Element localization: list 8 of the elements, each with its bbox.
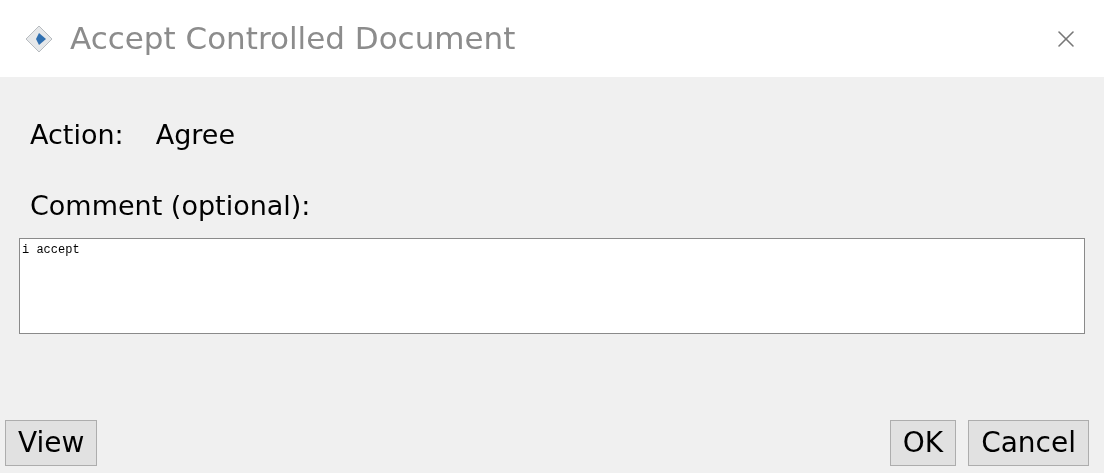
- comment-label: Comment (optional):: [29, 188, 312, 223]
- window-title: Accept Controlled Document: [70, 19, 516, 59]
- view-button[interactable]: View: [5, 420, 98, 466]
- comment-field[interactable]: i accept: [19, 238, 1085, 334]
- action-value: Agree: [155, 118, 235, 152]
- action-label: Action:: [30, 118, 124, 152]
- ok-button[interactable]: OK: [889, 420, 957, 466]
- cancel-button[interactable]: Cancel: [968, 420, 1089, 466]
